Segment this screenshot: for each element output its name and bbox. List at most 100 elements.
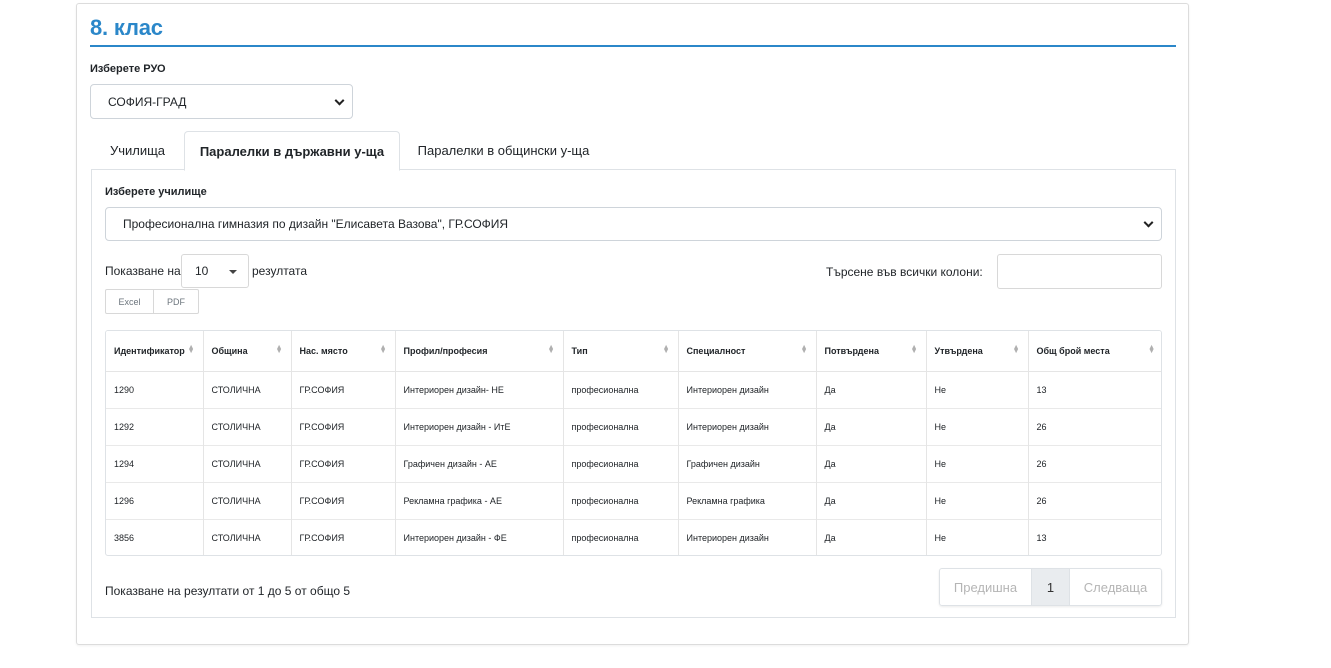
table-cell: Да xyxy=(816,481,927,519)
table-cell: ГР.СОФИЯ xyxy=(291,518,396,555)
table-cell: СТОЛИЧНА xyxy=(203,371,292,408)
table-cell: Графичен дизайн xyxy=(678,444,817,482)
column-header[interactable]: Тип ▲ ▼ xyxy=(563,331,679,372)
table-cell: ГР.СОФИЯ xyxy=(291,371,396,408)
ruo-label: Изберете РУО xyxy=(90,63,166,75)
table-cell: Интериорен дизайн xyxy=(678,407,817,445)
table-cell: професионална xyxy=(563,371,679,408)
table-cell: Да xyxy=(816,371,927,408)
sort-icon: ▲ ▼ xyxy=(662,344,670,355)
table-cell: 1290 xyxy=(106,371,204,408)
page-length-value: 10 xyxy=(195,264,209,278)
page-length-select[interactable]: 10 xyxy=(181,254,249,288)
table-cell: Рекламна графика - АЕ xyxy=(395,481,564,519)
table-cell: професионална xyxy=(563,407,679,445)
table-row: 1292 СТОЛИЧНА ГР.СОФИЯ Интериорен дизайн… xyxy=(106,407,1161,445)
sort-icon: ▲ ▼ xyxy=(275,344,283,355)
classes-table: Идентификатор ▲ ▼ Община ▲ ▼ Нас. място ▲ ▼ Пр… xyxy=(105,330,1162,556)
column-header[interactable]: Потвърдена ▲ ▼ xyxy=(816,331,927,372)
table-cell: Да xyxy=(816,518,927,555)
table-cell: Не xyxy=(926,481,1029,519)
table-cell: ГР.СОФИЯ xyxy=(291,407,396,445)
tab-schools[interactable]: Училища xyxy=(91,131,184,170)
table-cell: професионална xyxy=(563,518,679,555)
table-cell: професионална xyxy=(563,481,679,519)
table-cell: Графичен дизайн - АЕ xyxy=(395,444,564,482)
column-header[interactable]: Специалност ▲ ▼ xyxy=(678,331,817,372)
table-cell: 3856 xyxy=(106,518,204,555)
table-cell: 13 xyxy=(1036,384,1047,395)
length-prefix: Показване на xyxy=(105,264,181,278)
page-title: 8. клас xyxy=(90,15,163,40)
next-page-button[interactable]: Следваща xyxy=(1070,569,1161,605)
table-cell: 13 xyxy=(1028,518,1161,555)
table-cell: Интериорен дизайн - ИтЕ xyxy=(395,407,564,445)
tab-state-classes[interactable]: Паралелки в държавни у-ща xyxy=(184,131,400,171)
sort-icon: ▲ ▼ xyxy=(1148,344,1155,355)
chevron-down-icon xyxy=(1143,217,1154,228)
table-cell: СТОЛИЧНА xyxy=(203,518,292,555)
page-1-button[interactable]: 1 xyxy=(1031,569,1070,605)
table-cell: СТОЛИЧНА xyxy=(203,407,292,445)
table-cell: 1294 xyxy=(106,444,204,482)
title-divider xyxy=(90,45,1176,47)
table-cell: 26 xyxy=(1028,444,1161,482)
pagination: Предишна 1 Следваща xyxy=(939,568,1162,606)
pdf-button[interactable]: PDF xyxy=(154,289,199,314)
table-cell: Не xyxy=(926,444,1029,482)
tab-municipal-classes[interactable]: Паралелки в общински у-ща xyxy=(400,131,607,170)
search-input[interactable] xyxy=(997,254,1162,289)
export-buttons: Excel PDF xyxy=(105,289,199,314)
sort-icon: ▲ ▼ xyxy=(1012,344,1020,355)
table-cell: СТОЛИЧНА xyxy=(203,444,292,482)
ruo-select[interactable]: СОФИЯ-ГРАД xyxy=(90,84,353,119)
column-header[interactable]: Утвърдена ▲ ▼ xyxy=(926,331,1029,372)
table-cell: Интериорен дизайн xyxy=(678,371,817,408)
sort-icon: ▲ ▼ xyxy=(800,344,808,355)
table-cell: 1292 xyxy=(106,407,204,445)
table-cell: 26 xyxy=(1028,481,1161,519)
school-label: Изберете училище xyxy=(105,186,207,198)
table-cell: Не xyxy=(926,407,1029,445)
tab-bar: Училища Паралелки в държавни у-ща Парале… xyxy=(91,131,1176,171)
column-header[interactable]: Профил/професия ▲ ▼ xyxy=(395,331,564,372)
search-label: Търсене във всички колони: xyxy=(826,265,983,279)
table-cell: ГР.СОФИЯ xyxy=(291,481,396,519)
table-cell: Да xyxy=(816,407,927,445)
table-cell: Да xyxy=(816,444,927,482)
table-cell: Не xyxy=(926,518,1029,555)
column-header[interactable]: Община ▲ ▼ xyxy=(203,331,292,372)
table-cell: СТОЛИЧНА xyxy=(203,481,292,519)
table-row: 1296 СТОЛИЧНА ГР.СОФИЯ Рекламна графика … xyxy=(106,481,1161,519)
column-header[interactable]: Нас. място ▲ ▼ xyxy=(291,331,396,372)
table-row: 1290 СТОЛИЧНА ГР.СОФИЯ Интериорен дизайн… xyxy=(106,371,1161,408)
table-cell: 26 xyxy=(1028,407,1161,445)
ruo-selected-value: СОФИЯ-ГРАД xyxy=(108,94,187,109)
table-row: 3856 СТОЛИЧНА ГР.СОФИЯ Интериорен дизайн… xyxy=(106,518,1161,555)
table-cell: Рекламна графика xyxy=(678,481,817,519)
table-info: Показване на резултати от 1 до 5 от общо… xyxy=(105,584,351,598)
table-cell: 1296 xyxy=(106,481,204,519)
tab-panel: Изберете училище Професионална гимназия … xyxy=(91,170,1176,618)
table-row: 1294 СТОЛИЧНА ГР.СОФИЯ Графичен дизайн -… xyxy=(106,444,1161,482)
column-header[interactable]: Общ брой места ▲ ▼ xyxy=(1028,331,1161,372)
table-cell: ГР.СОФИЯ xyxy=(291,444,396,482)
table-header-row: Идентификатор ▲ ▼ Община ▲ ▼ Нас. място ▲ ▼ Пр… xyxy=(106,331,1161,372)
table-cell: Интериорен дизайн- НЕ xyxy=(395,371,564,408)
table-cell: професионална xyxy=(563,444,679,482)
chevron-down-icon xyxy=(334,95,345,106)
sort-icon: ▲ ▼ xyxy=(547,344,555,355)
school-select[interactable]: Професионална гимназия по дизайн "Елисав… xyxy=(105,207,1162,241)
caret-down-icon xyxy=(229,270,237,274)
sort-icon: ▲ ▼ xyxy=(379,344,387,355)
sort-icon: ▲ ▼ xyxy=(187,344,195,355)
table-cell: Интериорен дизайн - ФЕ xyxy=(395,518,564,555)
class-card: 8. клас Изберете РУО СОФИЯ-ГРАД Училища … xyxy=(76,3,1189,645)
table-cell: Интериорен дизайн xyxy=(678,518,817,555)
column-header[interactable]: Идентификатор ▲ ▼ xyxy=(106,331,204,372)
previous-page-button[interactable]: Предишна xyxy=(940,569,1031,605)
school-selected-value: Професионална гимназия по дизайн "Елисав… xyxy=(123,217,509,231)
sort-icon: ▲ ▼ xyxy=(910,344,918,355)
excel-button[interactable]: Excel xyxy=(105,289,154,314)
table-cell: Не xyxy=(926,371,1029,408)
